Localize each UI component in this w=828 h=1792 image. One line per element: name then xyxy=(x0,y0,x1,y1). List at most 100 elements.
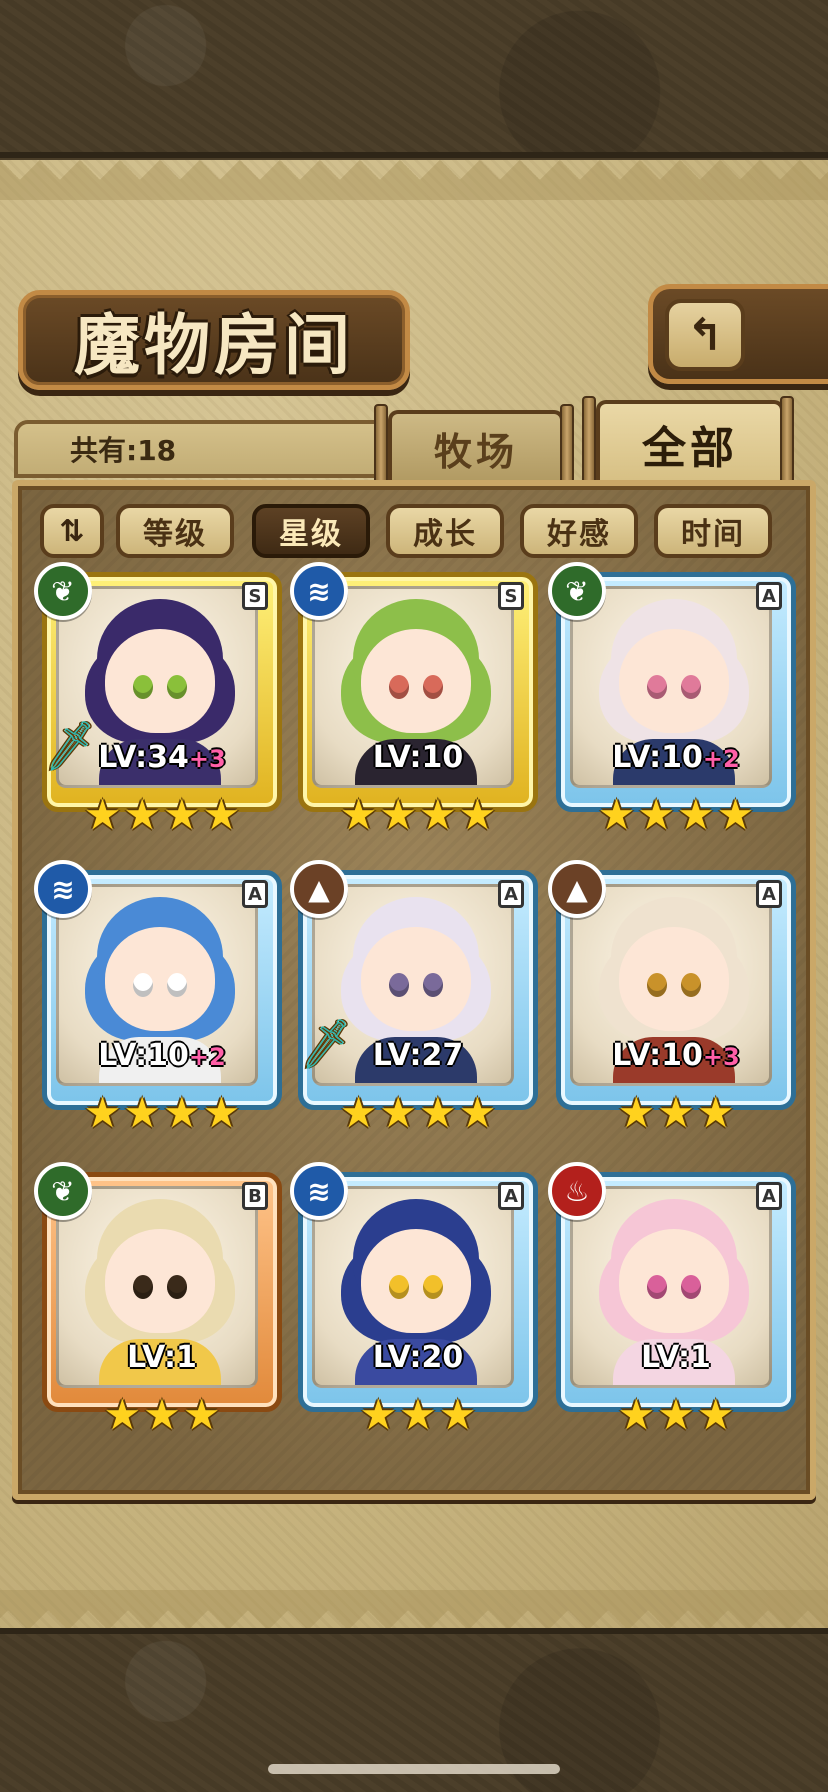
portrait-eye xyxy=(647,675,667,699)
monster-card[interactable]: S❦🗡LV:34+3★★★★ xyxy=(34,562,282,842)
star-rating: ★ ★ ★ xyxy=(556,1392,796,1438)
star-icon: ★ xyxy=(83,1088,122,1137)
fire-element-icon: ♨ xyxy=(548,1162,606,1220)
sort-time-button[interactable]: 时间 xyxy=(654,504,772,558)
star-icon: ★ xyxy=(696,1088,735,1137)
star-icon: ★ xyxy=(716,790,755,839)
sort-level-button[interactable]: 等级 xyxy=(116,504,234,558)
level-text: LV:10 xyxy=(372,740,464,775)
top-background xyxy=(0,0,828,158)
monster-count-bar: 共有:18 xyxy=(14,420,394,478)
star-icon: ★ xyxy=(597,790,636,839)
monster-card[interactable]: S ≋ LV:10 ★ ★ ★ ★ xyxy=(290,562,538,842)
level-text: LV:20 xyxy=(372,1340,464,1375)
monster-card[interactable]: A ≋ LV:10+2 ★ ★ ★ ★ xyxy=(34,860,282,1140)
level-text: LV:10 xyxy=(612,740,703,775)
back-button[interactable]: ↰ xyxy=(665,299,745,371)
tab-all[interactable]: 全部 xyxy=(596,400,784,484)
monster-level: LV:10 xyxy=(298,740,538,775)
star-icon: ★ xyxy=(617,1088,656,1137)
portrait-head xyxy=(361,1229,471,1333)
portrait-eye xyxy=(133,675,153,699)
rank-badge: A xyxy=(242,880,268,908)
star-icon: ★ xyxy=(637,790,675,839)
star-icon: ★ xyxy=(202,1088,241,1137)
star-icon: ★ xyxy=(123,790,161,839)
monster-level: LV:1 xyxy=(42,1340,282,1375)
portrait-eye xyxy=(423,1275,443,1299)
portrait-head xyxy=(361,927,471,1031)
portrait-eye xyxy=(133,1275,153,1299)
tab-post xyxy=(374,404,388,490)
star-icon: ★ xyxy=(339,1088,378,1137)
sort-button-label: 星级 xyxy=(279,517,343,552)
portrait-head xyxy=(361,629,471,733)
tab-ranch[interactable]: 牧场 xyxy=(388,410,564,482)
monster-level: LV:34+3 xyxy=(42,740,282,775)
monster-level: LV:1 xyxy=(556,1340,796,1375)
sort-affection-button[interactable]: 好感 xyxy=(520,504,638,558)
star-icon: ★ xyxy=(419,1088,457,1137)
sort-order-icon: ⇅ xyxy=(59,513,85,549)
star-icon: ★ xyxy=(339,790,378,839)
portrait-eye xyxy=(167,973,187,997)
sort-growth-button[interactable]: 成长 xyxy=(386,504,504,558)
tab-post xyxy=(780,396,794,490)
portrait-head xyxy=(619,629,729,733)
portrait-eye xyxy=(167,1275,187,1299)
star-icon: ★ xyxy=(458,790,497,839)
star-rating: ★ ★ ★ xyxy=(298,1392,538,1438)
star-icon: ★ xyxy=(143,1390,181,1439)
portrait-eye xyxy=(133,973,153,997)
star-icon: ★ xyxy=(419,790,457,839)
sort-button-label: 成长 xyxy=(413,517,477,552)
star-icon: ★ xyxy=(696,1390,735,1439)
portrait-eye xyxy=(647,1275,667,1299)
leaf-element-icon: ❦ xyxy=(34,1162,92,1220)
portrait-eye xyxy=(681,675,701,699)
tab-ranch-label: 牧场 xyxy=(433,429,518,474)
star-rating: ★ ★ ★ ★ xyxy=(42,792,282,838)
sort-stars-button[interactable]: 星级 xyxy=(252,504,370,558)
star-rating: ★ ★ ★ ★ xyxy=(298,792,538,838)
level-text: LV:10 xyxy=(98,1038,189,1073)
leaf-element-icon: ❦ xyxy=(548,562,606,620)
sort-button-label: 好感 xyxy=(547,517,611,552)
level-text: LV:1 xyxy=(641,1340,711,1375)
star-icon: ★ xyxy=(657,1390,695,1439)
back-arrow-icon: ↰ xyxy=(686,309,724,361)
portrait-eye xyxy=(167,675,187,699)
star-rating: ★ ★ ★ ★ xyxy=(556,792,796,838)
monster-card[interactable]: B ❦ LV:1 ★ ★ ★ xyxy=(34,1162,282,1442)
star-icon: ★ xyxy=(103,1390,142,1439)
monster-card[interactable]: A ▲ LV:10+3 ★ ★ ★ xyxy=(548,860,796,1140)
monster-card[interactable]: A ≋ LV:20 ★ ★ ★ xyxy=(290,1162,538,1442)
portrait-eye xyxy=(681,973,701,997)
monster-card[interactable]: A ♨ LV:1 ★ ★ ★ xyxy=(548,1162,796,1442)
level-bonus: +2 xyxy=(702,745,740,773)
star-icon: ★ xyxy=(163,790,201,839)
rank-badge: A xyxy=(756,1182,782,1210)
level-bonus: +3 xyxy=(188,745,226,773)
sort-order-toggle[interactable]: ⇅ xyxy=(40,504,104,558)
level-text: LV:27 xyxy=(372,1038,464,1073)
rank-badge: A xyxy=(756,582,782,610)
star-icon: ★ xyxy=(657,1088,695,1137)
rank-badge: S xyxy=(242,582,268,610)
portrait-head xyxy=(105,1229,215,1333)
back-button-plate: ↰ xyxy=(648,284,828,384)
monster-level: LV:20 xyxy=(298,1340,538,1375)
title-plate: 魔物房间 xyxy=(18,290,410,390)
portrait-eye xyxy=(423,973,443,997)
monster-card[interactable]: A ❦ LV:10+2 ★ ★ ★ ★ xyxy=(548,562,796,842)
rank-badge: S xyxy=(498,582,524,610)
monster-level: LV:10+3 xyxy=(556,1038,796,1073)
star-rating: ★ ★ ★ ★ xyxy=(298,1090,538,1136)
monster-card[interactable]: A▲🗡LV:27★★★★ xyxy=(290,860,538,1140)
star-rating: ★ ★ ★ xyxy=(42,1392,282,1438)
water-element-icon: ≋ xyxy=(290,1162,348,1220)
leaf-element-icon: ❦ xyxy=(34,562,92,620)
portrait-eye xyxy=(389,973,409,997)
rank-badge: A xyxy=(756,880,782,908)
portrait-head xyxy=(105,927,215,1031)
